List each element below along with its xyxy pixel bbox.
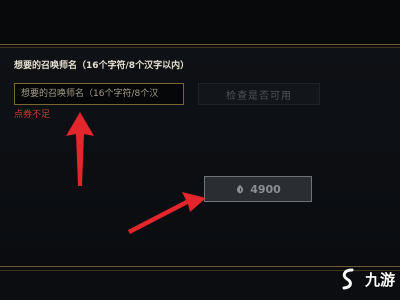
purchase-name-change-button[interactable]: 4900 xyxy=(204,176,312,202)
check-availability-label: 检查是否可用 xyxy=(226,90,292,102)
summoner-name-input[interactable] xyxy=(14,83,184,105)
top-strip xyxy=(0,0,400,44)
check-availability-button[interactable]: 检查是否可用 xyxy=(198,83,320,105)
insufficient-funds-error: 点券不足 xyxy=(14,110,51,120)
watermark-text: 九游 xyxy=(365,271,396,289)
price-label: 4900 xyxy=(250,182,281,196)
summoner-name-label: 想要的召唤师名（16个字符/8个汉字以内） xyxy=(14,61,190,71)
rename-panel xyxy=(0,48,400,266)
blue-essence-icon xyxy=(235,184,245,194)
